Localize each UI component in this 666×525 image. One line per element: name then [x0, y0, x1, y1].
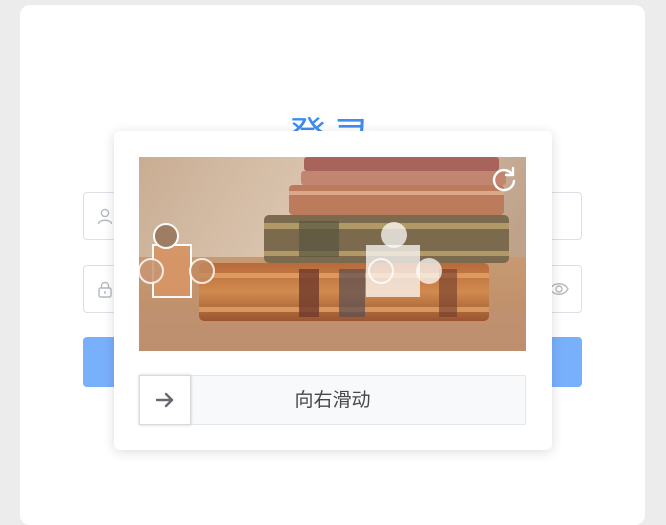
- slider-captcha-popup: 向右滑动: [114, 131, 552, 450]
- eye-icon[interactable]: [549, 280, 569, 298]
- arrow-right-icon: [155, 392, 174, 408]
- slider-hint-text: 向右滑动: [294, 389, 371, 411]
- slider-handle[interactable]: [139, 375, 191, 425]
- captcha-image: [139, 157, 526, 351]
- user-icon: [97, 208, 113, 225]
- slider-track[interactable]: 向右滑动: [139, 375, 526, 425]
- refresh-icon[interactable]: [490, 165, 518, 193]
- captcha-background-image: [139, 157, 526, 351]
- lock-icon: [98, 281, 112, 298]
